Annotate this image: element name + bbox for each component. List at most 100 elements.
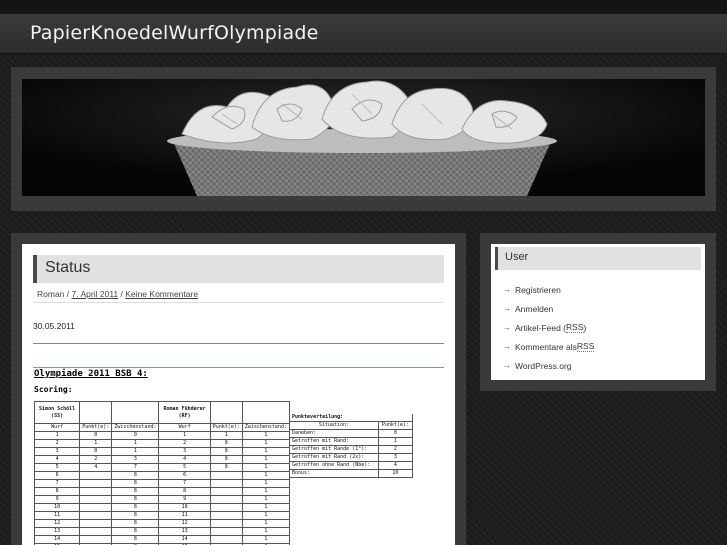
table-cell: 2: [377, 445, 414, 455]
column-header: Zwischenstand:: [241, 423, 291, 432]
table-row: Punkteverteilung:: [289, 414, 413, 423]
table-cell: [209, 503, 243, 512]
table-cell: 0: [79, 431, 113, 440]
table-cell: 1: [241, 447, 291, 456]
sidebar-item[interactable]: → Registrieren: [503, 280, 594, 299]
table-cell: [79, 401, 113, 424]
widget-title-bar: User: [495, 247, 701, 270]
table-cell: 12: [33, 519, 81, 528]
table-cell: [209, 527, 243, 536]
table-cell: 1: [377, 437, 414, 447]
sidebar-item-label[interactable]: Kommentare als: [515, 342, 577, 352]
table-cell: [79, 519, 113, 528]
table-cell: Getroffen ohne Rand (Nbe):: [289, 461, 379, 471]
table-cell: 8: [111, 527, 160, 536]
comments-link[interactable]: Keine Kommentare: [125, 289, 198, 299]
table-row: Getroffen mit Rande (1°): 2: [289, 445, 414, 455]
table-row: 10 8 10 1: [33, 503, 291, 512]
sidebar-item-label[interactable]: WordPress.org: [515, 361, 572, 371]
table-cell: 1: [241, 439, 291, 448]
arrow-right-icon: →: [503, 323, 511, 332]
table-cell: 5: [33, 463, 81, 472]
post-date-link[interactable]: 7. April 2011: [72, 289, 119, 299]
table-cell: 1: [241, 463, 291, 472]
table-cell: [209, 479, 243, 488]
table-cell: 0: [111, 431, 160, 440]
table-cell: Getroffen mit Rand:: [289, 437, 379, 447]
table-row: Getroffen ohne Rand (Nbe): 4: [289, 461, 414, 471]
table-cell: 1: [241, 511, 291, 520]
table-cell: [111, 401, 160, 424]
table-cell: [79, 495, 113, 504]
table-cell: 4: [158, 455, 211, 464]
user-widget: User → Registrieren → Anmelden → Artikel-Feed…: [491, 244, 705, 380]
table-row: Bonus: 10: [289, 469, 414, 479]
table-cell: 9: [33, 495, 81, 504]
table-row: 547501: [33, 463, 291, 472]
table-cell: 2: [79, 455, 113, 464]
table-cell: 1: [79, 439, 113, 448]
table-cell: 3: [158, 447, 211, 456]
table-cell: 3: [377, 453, 414, 463]
sidebar-item-label[interactable]: Artikel-Feed (: [515, 323, 566, 333]
table-row: 9891: [33, 495, 291, 504]
post-title-link[interactable]: Status: [45, 259, 90, 277]
sidebar-item[interactable]: → Artikel-Feed (RSS): [503, 318, 594, 337]
points-table: Punkteverteilung: Situation: Punkt(e): Dane…: [289, 414, 414, 479]
table-cell: 4: [33, 455, 81, 464]
table-cell: 1: [241, 455, 291, 464]
table-cell: 7: [158, 479, 211, 488]
sidebar-item[interactable]: → Anmelden: [503, 299, 594, 318]
table-row: Daneben: 0: [289, 429, 414, 439]
table-cell: 7: [111, 463, 160, 472]
table-cell: Bonus:: [289, 469, 379, 479]
table-cell: [79, 479, 113, 488]
table-header-row: Situation: Punkt(e):: [289, 421, 414, 431]
table-cell: 1: [158, 431, 211, 440]
table-cell: 2: [33, 439, 81, 448]
table-cell: 0: [209, 447, 243, 456]
points-table-title: Punkteverteilung:: [289, 414, 413, 423]
player-header: Simon Schöll (SS): [33, 401, 81, 424]
table-cell: 0: [377, 429, 414, 439]
column-header: Punkt(e):: [209, 423, 243, 432]
table-cell: Getroffen mit Rand (2x):: [289, 453, 379, 463]
table-row: 11 8 11 1: [33, 511, 291, 520]
column-header: Punkt(e):: [79, 423, 113, 432]
column-header: Punkt(e):: [377, 421, 414, 431]
sidebar-item-label[interactable]: Anmelden: [515, 304, 553, 314]
table-cell: 8: [111, 519, 160, 528]
column-header: Situation:: [289, 421, 379, 431]
meta-separator: /: [120, 289, 123, 299]
table-cell: 0: [209, 455, 243, 464]
table-cell: 1: [33, 431, 81, 440]
table-cell: 12: [158, 519, 211, 528]
widget-list: → Registrieren → Anmelden → Artikel-Feed (RSS…: [503, 280, 595, 375]
table-cell: Getroffen mit Rande (1°):: [289, 445, 379, 455]
table-row: Getroffen mit Rand (2x): 3: [289, 453, 414, 463]
table-cell: 9: [158, 495, 211, 504]
table-cell: 6: [158, 471, 211, 480]
sidebar-item[interactable]: → WordPress.org: [503, 356, 594, 375]
table-row: 100111: [33, 431, 291, 440]
table-cell: [79, 511, 113, 520]
sidebar-item-label[interactable]: Registrieren: [515, 285, 561, 295]
meta-separator: /: [66, 289, 70, 299]
table-row: 7871: [33, 479, 291, 488]
table-row: 14 8 14 1: [33, 535, 291, 544]
site-title-link[interactable]: PapierKnoedelWurfOlympiade: [30, 22, 319, 44]
table-row: Simon Schöll (SS) Roman Fühderer (RF): [33, 401, 291, 424]
table-cell: 11: [158, 511, 211, 520]
table-cell: 8: [111, 495, 160, 504]
table-cell: 8: [111, 471, 160, 480]
sidebar-item[interactable]: → Kommentare als RSS: [503, 337, 595, 356]
table-cell: 0: [209, 463, 243, 472]
table-cell: 1: [241, 519, 291, 528]
post-article: Status Roman / 7. April 2011 / Keine Kom…: [22, 244, 455, 545]
table-cell: 1: [241, 503, 291, 512]
table-cell: [79, 527, 113, 536]
post-category[interactable]: Roman: [37, 289, 64, 299]
table-cell: [209, 401, 243, 424]
table-cell: [209, 471, 243, 480]
table-row: Getroffen mit Rand: 1: [289, 437, 414, 447]
